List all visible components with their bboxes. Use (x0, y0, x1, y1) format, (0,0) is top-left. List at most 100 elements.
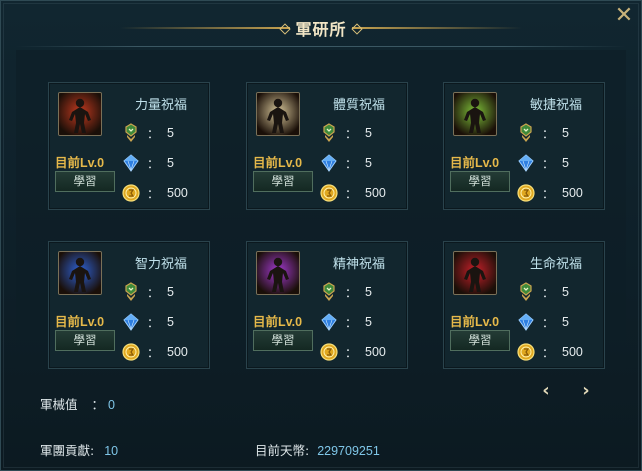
armament-separator: ： (91, 397, 105, 412)
skill-card-4: 智力祝福 ： 5 ： 5 ： 500 目前Lv.0 學習 (48, 241, 210, 369)
crystal-requirement: ： 5 (121, 312, 174, 332)
crystal-requirement: ： 5 (516, 153, 569, 173)
header-divider (16, 46, 626, 47)
blue-crystal-icon (123, 313, 139, 331)
req-separator: ： (345, 186, 358, 201)
req-separator: ： (147, 156, 160, 171)
learn-button[interactable]: 學習 (55, 171, 115, 192)
req-separator: ： (345, 315, 358, 330)
currency-stat: 目前天幣: 229709251 (255, 440, 380, 459)
req-separator: ： (147, 285, 160, 300)
armament-label: 軍械值 (40, 397, 78, 412)
skill-name: 智力祝福 (135, 257, 188, 272)
spirit-icon[interactable] (256, 251, 300, 295)
armament-value: 0 (108, 398, 115, 412)
current-level: 目前Lv.0 (55, 315, 105, 329)
current-level: 目前Lv.0 (450, 315, 500, 329)
rank-badge-icon (323, 282, 335, 301)
req-separator: ： (345, 126, 358, 141)
req-separator: ： (542, 156, 555, 171)
req-separator: ： (147, 186, 160, 201)
currency-value: 229709251 (317, 444, 380, 458)
learn-button[interactable]: 學習 (55, 330, 115, 351)
rank-requirement: ： 5 (516, 282, 569, 302)
blue-crystal-icon (321, 154, 337, 172)
req-separator: ： (147, 126, 160, 141)
req-separator: ： (542, 186, 555, 201)
skill-name: 精神祝福 (333, 257, 386, 272)
constitution-icon[interactable] (256, 92, 300, 136)
blue-crystal-icon (321, 313, 337, 331)
skill-card-1: 力量祝福 ： 5 ： 5 ： 500 目前Lv.0 學習 (48, 82, 210, 210)
skill-card-3: 敏捷祝福 ： 5 ： 5 ： 500 目前Lv.0 學習 (443, 82, 605, 210)
rank-value: 5 (562, 126, 569, 140)
title-ornament-right (352, 27, 522, 29)
crystal-value: 5 (167, 156, 174, 170)
skill-card-5: 精神祝福 ： 5 ： 5 ： 500 目前Lv.0 學習 (246, 241, 408, 369)
blue-crystal-icon (123, 154, 139, 172)
req-separator: ： (542, 315, 555, 330)
gold-coin-icon (517, 343, 535, 361)
skill-name: 生命祝福 (530, 257, 583, 272)
req-separator: ： (345, 345, 358, 360)
next-page-button[interactable]: › (578, 382, 594, 400)
req-separator: ： (345, 156, 358, 171)
current-level: 目前Lv.0 (450, 156, 500, 170)
skill-name: 力量祝福 (135, 98, 188, 113)
gold-requirement: ： 500 (516, 342, 583, 362)
contribution-label: 軍團貢獻: (40, 443, 95, 458)
rank-requirement: ： 5 (121, 282, 174, 302)
learn-button[interactable]: 學習 (450, 330, 510, 351)
gold-value: 500 (562, 186, 583, 200)
rank-requirement: ： 5 (121, 123, 174, 143)
window-title-text: 軍研所 (295, 20, 347, 39)
vitality-icon[interactable] (453, 251, 497, 295)
gold-coin-icon (122, 343, 140, 361)
gold-requirement: ： 500 (319, 342, 386, 362)
rank-badge-icon (323, 123, 335, 142)
window-title: 軍研所 (269, 16, 372, 40)
prev-page-button[interactable]: ‹ (538, 382, 554, 400)
rank-requirement: ： 5 (516, 123, 569, 143)
blue-crystal-icon (518, 313, 534, 331)
armament-stat: 軍械值 ： 0 (40, 394, 115, 413)
intellect-icon[interactable] (58, 251, 102, 295)
gold-coin-icon (122, 184, 140, 202)
req-separator: ： (542, 285, 555, 300)
title-ornament-left (120, 27, 290, 29)
crystal-value: 5 (365, 156, 372, 170)
diamond-icon (350, 23, 363, 35)
rank-value: 5 (167, 285, 174, 299)
rank-badge-icon (125, 123, 137, 142)
rank-badge-icon (520, 123, 532, 142)
close-button[interactable]: ✕ (614, 5, 634, 27)
req-separator: ： (345, 285, 358, 300)
gold-requirement: ： 500 (516, 183, 583, 203)
blue-crystal-icon (518, 154, 534, 172)
req-separator: ： (147, 345, 160, 360)
gold-coin-icon (517, 184, 535, 202)
diamond-icon (279, 23, 292, 35)
currency-label: 目前天幣: (255, 443, 310, 458)
strength-icon[interactable] (58, 92, 102, 136)
gold-requirement: ： 500 (319, 183, 386, 203)
gold-requirement: ： 500 (121, 342, 188, 362)
learn-button[interactable]: 學習 (253, 171, 313, 192)
rank-badge-icon (520, 282, 532, 301)
gold-value: 500 (167, 345, 188, 359)
crystal-requirement: ： 5 (121, 153, 174, 173)
learn-button[interactable]: 學習 (253, 330, 313, 351)
crystal-value: 5 (167, 315, 174, 329)
learn-button[interactable]: 學習 (450, 171, 510, 192)
skill-name: 體質祝福 (333, 98, 386, 113)
agility-icon[interactable] (453, 92, 497, 136)
skill-name: 敏捷祝福 (530, 98, 583, 113)
rank-requirement: ： 5 (319, 123, 372, 143)
rank-value: 5 (365, 285, 372, 299)
dialog-header: 軍研所 (0, 10, 642, 46)
rank-value: 5 (562, 285, 569, 299)
gold-coin-icon (320, 184, 338, 202)
crystal-value: 5 (562, 156, 569, 170)
gold-requirement: ： 500 (121, 183, 188, 203)
contribution-stat: 軍團貢獻: 10 (40, 440, 118, 459)
